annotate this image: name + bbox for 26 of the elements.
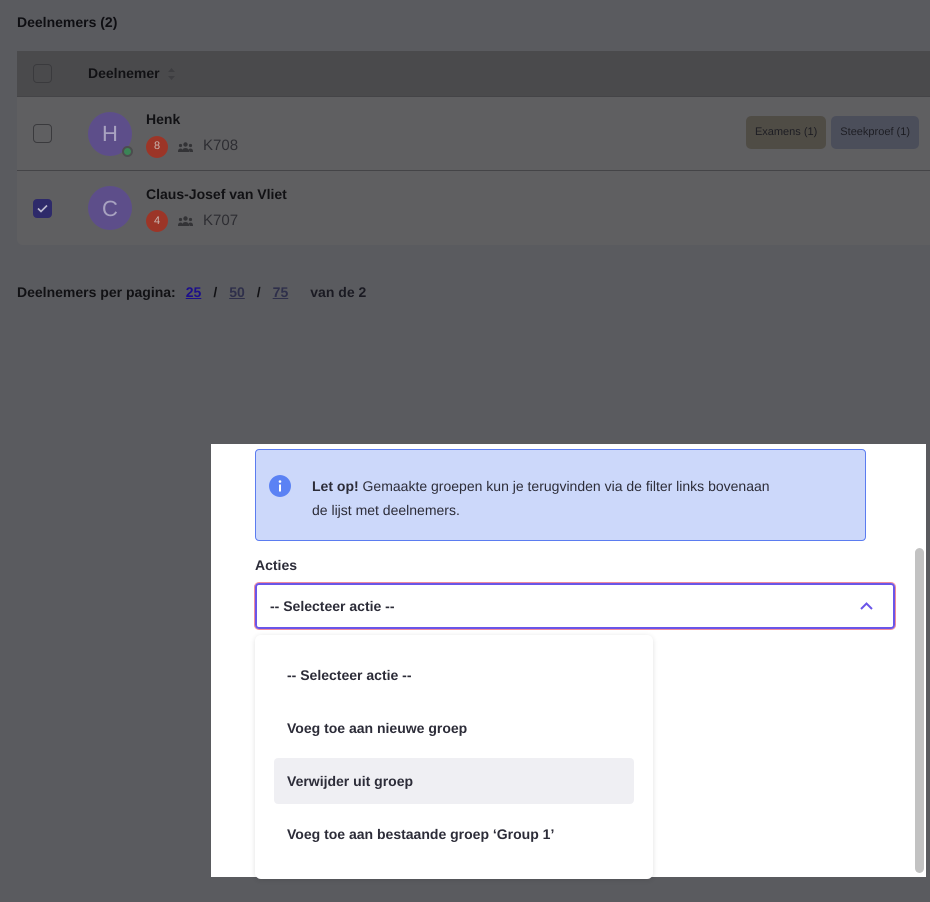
scrollbar-thumb[interactable] — [915, 548, 924, 873]
checkmark-icon — [37, 204, 48, 212]
dropdown-option[interactable]: Voeg toe aan nieuwe groep — [274, 705, 634, 751]
section-heading: Deelnemers (2) — [17, 13, 118, 32]
count-badge: 8 — [146, 136, 168, 158]
field-label: Acties — [255, 556, 298, 575]
checkbox[interactable] — [33, 124, 52, 143]
group-icon — [178, 142, 193, 152]
action-select[interactable]: -- Selecteer actie -- — [255, 583, 895, 629]
separator: / — [213, 283, 218, 302]
separator: / — [256, 283, 261, 302]
avatar: C — [88, 186, 132, 230]
count-badge: 4 — [146, 210, 168, 232]
dropdown-option[interactable]: -- Selecteer actie -- — [274, 652, 634, 698]
checkbox[interactable] — [33, 198, 52, 218]
total-count: van de 2 — [310, 283, 366, 302]
dropdown-option[interactable]: Voeg toe aan bestaande groep ‘Group 1’ — [274, 811, 634, 857]
dropdown-option[interactable]: Verwijder uit groep — [274, 758, 634, 804]
chevron-up-icon — [860, 602, 873, 610]
per-page-label: Deelnemers per pagina: — [17, 283, 176, 302]
group-icon — [178, 216, 193, 226]
participant-name: Claus-Josef van Vliet — [146, 184, 287, 204]
avatar: H — [88, 112, 132, 156]
participant-name: Henk — [146, 110, 182, 130]
info-icon — [269, 475, 291, 497]
notice-text: Let op! Gemaakte groepen kun je terugvinden via de filter links bovenaan de lijst met deelnemers. — [312, 477, 771, 520]
